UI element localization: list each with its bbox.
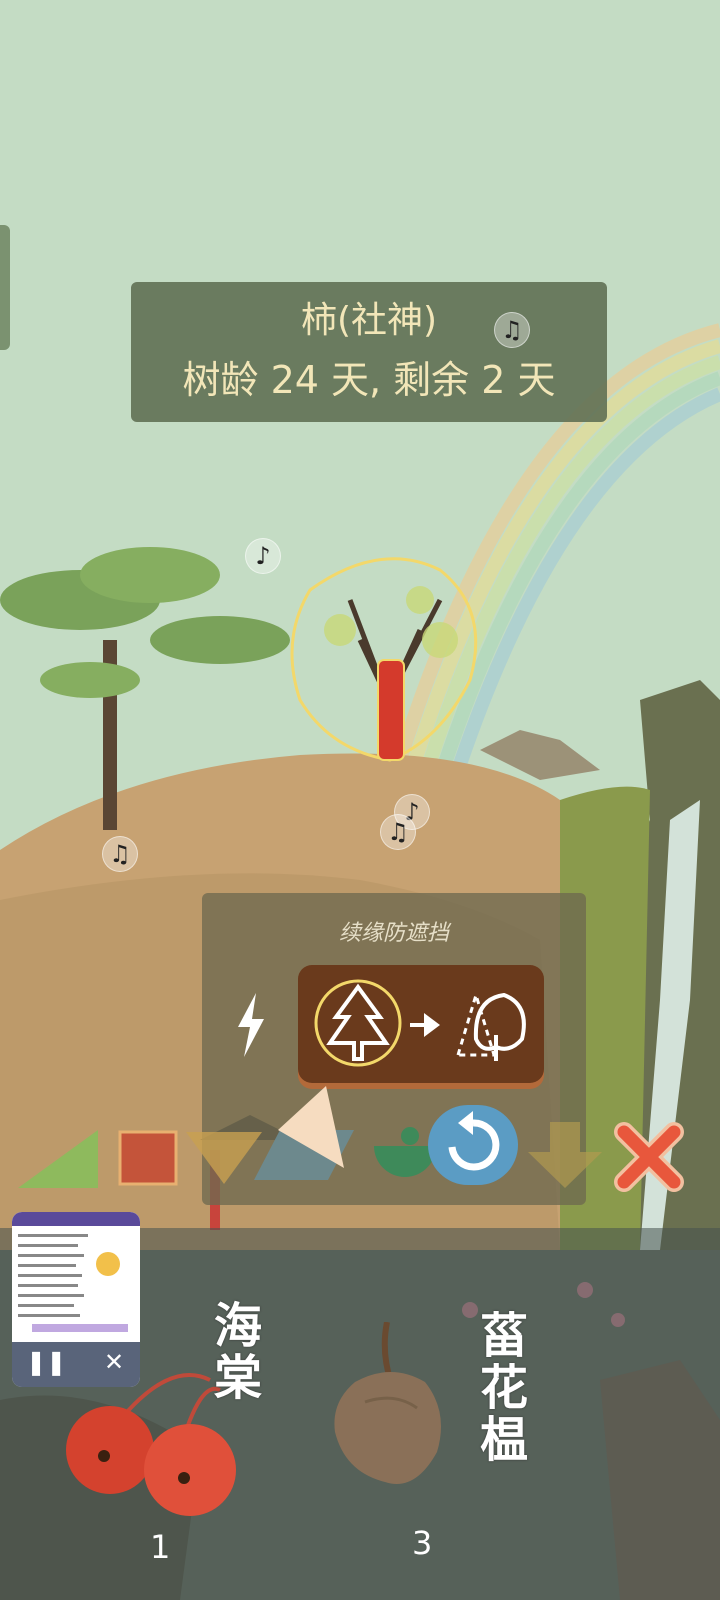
selected-triangle-piece[interactable] — [278, 1086, 344, 1168]
inventory-item-label: 海棠 — [205, 1300, 261, 1404]
square-piece[interactable] — [118, 1130, 178, 1186]
reset-button[interactable] — [428, 1105, 518, 1185]
close-icon[interactable] — [614, 1122, 684, 1192]
lightning-icon — [238, 993, 264, 1057]
music-note-icon[interactable]: ♪ — [245, 538, 281, 574]
down-arrow-piece[interactable] — [528, 1122, 602, 1188]
seed-pod-item-image[interactable] — [325, 1322, 455, 1502]
tree-age: 树龄 24 天, 剩余 2 天 — [182, 358, 556, 402]
tree-swap-button[interactable] — [298, 965, 544, 1083]
music-note-icon[interactable]: ♫ — [494, 312, 530, 348]
overlay-title: 续缘防遮挡 — [338, 921, 449, 946]
inventory-item-count: 3 — [412, 1524, 433, 1562]
music-note-icon[interactable]: ♫ — [102, 836, 138, 872]
video-thumbnail — [12, 1212, 140, 1342]
triangle-piece[interactable] — [18, 1130, 98, 1190]
inventory-item-count: 1 — [150, 1528, 171, 1566]
side-drawer-tab[interactable] — [0, 225, 10, 350]
music-note-icon[interactable]: ♫ — [380, 814, 416, 850]
tree-name: 柿(社神) — [300, 300, 438, 341]
tree-swap-icon — [314, 979, 526, 1067]
down-triangle-piece[interactable] — [186, 1132, 262, 1184]
inventory-item-label: 菑花榅 — [471, 1310, 527, 1466]
tree-info-panel: 柿(社神) 树龄 24 天, 剩余 2 天 — [131, 282, 607, 422]
reset-icon — [448, 1111, 500, 1171]
